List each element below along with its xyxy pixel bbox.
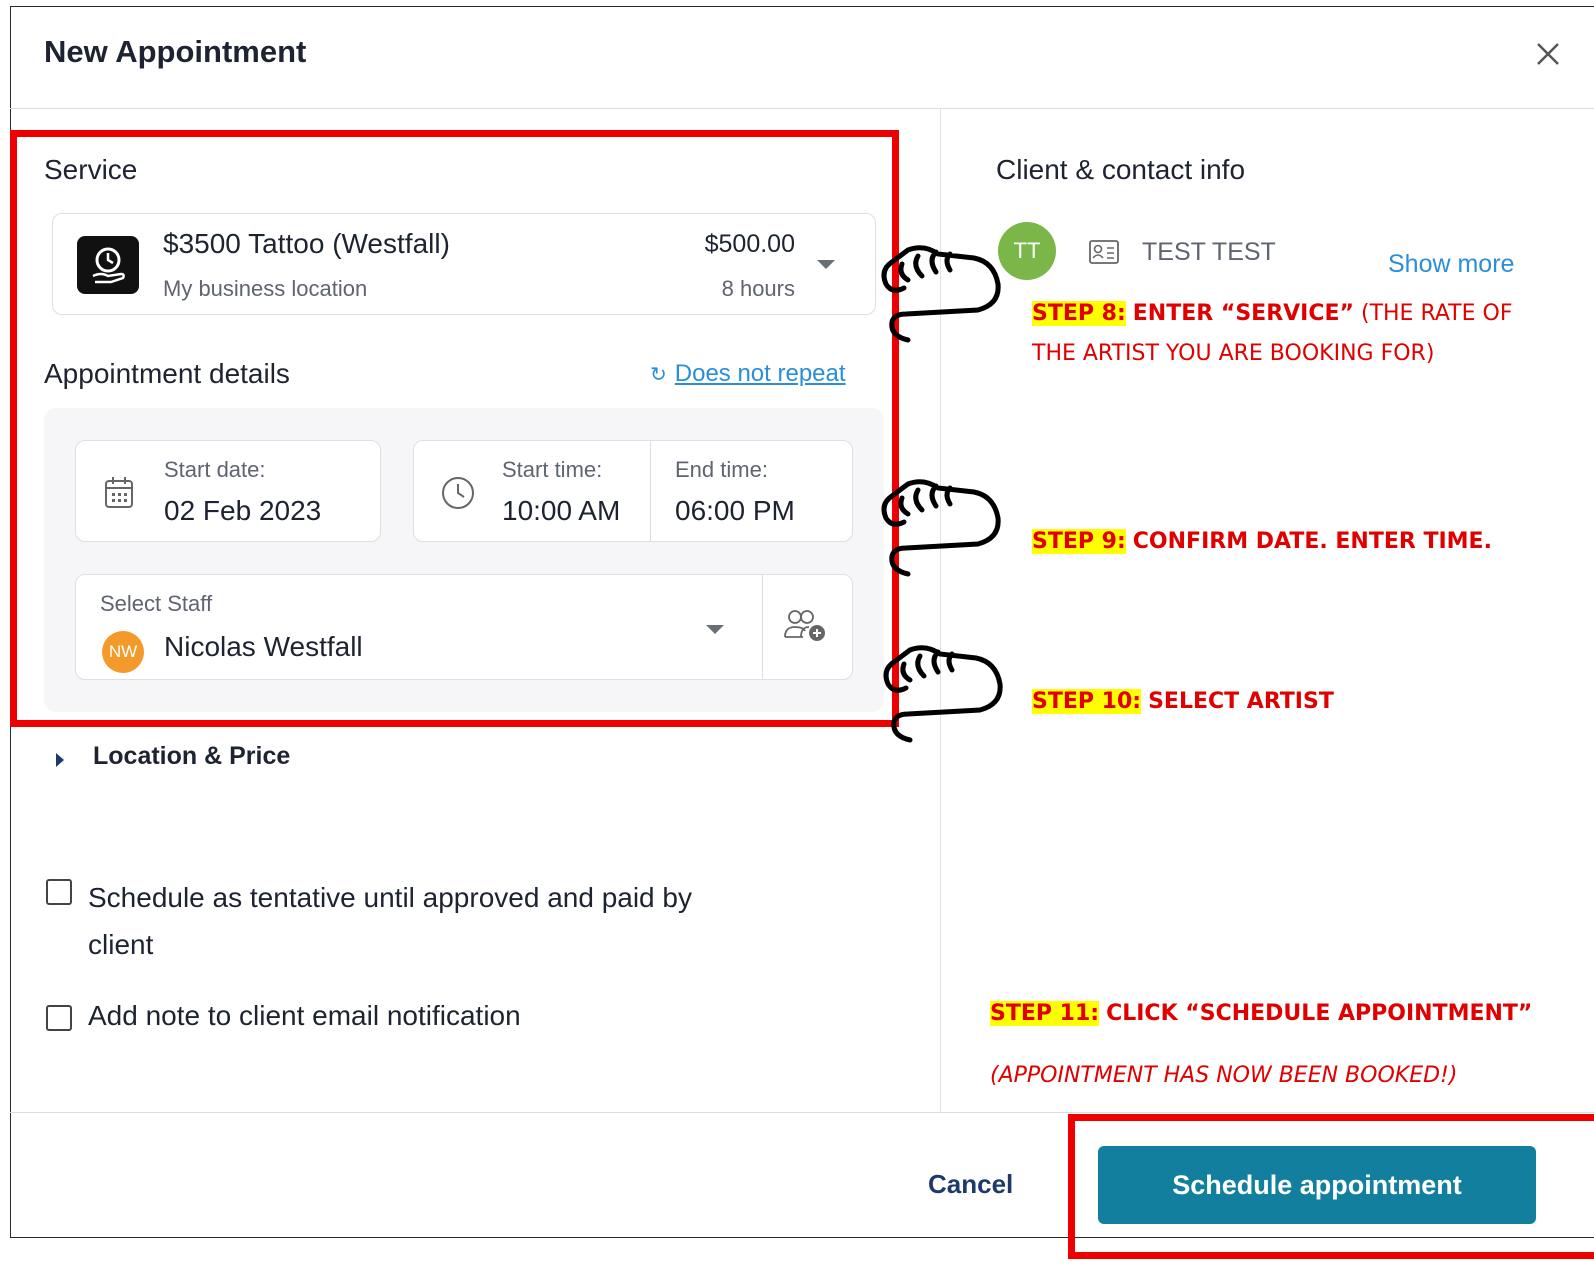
note-checkbox[interactable]	[46, 1005, 72, 1031]
step11-note: (APPOINTMENT HAS NOW BEEN BOOKED!)	[990, 1063, 1458, 1088]
highlight-box-form	[10, 130, 899, 727]
cancel-button[interactable]: Cancel	[928, 1169, 1013, 1200]
pointing-hand-icon	[881, 479, 1001, 577]
pointing-hand-icon	[881, 245, 1001, 343]
step8-annotation: STEP 8: ENTER “SERVICE” (THE RATE OF THE…	[1032, 301, 1513, 366]
highlight-box-schedule	[1068, 1114, 1594, 1259]
client-name: TEST TEST	[1142, 238, 1276, 266]
pointing-hand-icon	[883, 645, 1003, 743]
contact-card-icon	[1089, 240, 1119, 264]
step9-annotation: STEP 9: CONFIRM DATE. ENTER TIME.	[1032, 529, 1492, 554]
note-label: Add note to client email notification	[88, 1000, 521, 1031]
step11-annotation: STEP 11: CLICK “SCHEDULE APPOINTMENT”	[990, 1001, 1533, 1026]
caret-right-icon	[56, 753, 64, 767]
show-more-link[interactable]: Show more	[1388, 250, 1514, 279]
client-heading: Client & contact info	[996, 154, 1246, 185]
location-price-label: Location & Price	[93, 742, 291, 770]
footer-divider	[10, 1112, 1594, 1113]
modal-title: New Appointment	[44, 34, 307, 69]
tentative-checkbox[interactable]	[46, 879, 72, 905]
tentative-label: Schedule as tentative until approved and…	[88, 882, 692, 960]
step10-annotation: STEP 10: SELECT ARTIST	[1032, 689, 1334, 714]
header-divider	[10, 108, 1594, 109]
close-icon[interactable]	[1530, 36, 1566, 72]
